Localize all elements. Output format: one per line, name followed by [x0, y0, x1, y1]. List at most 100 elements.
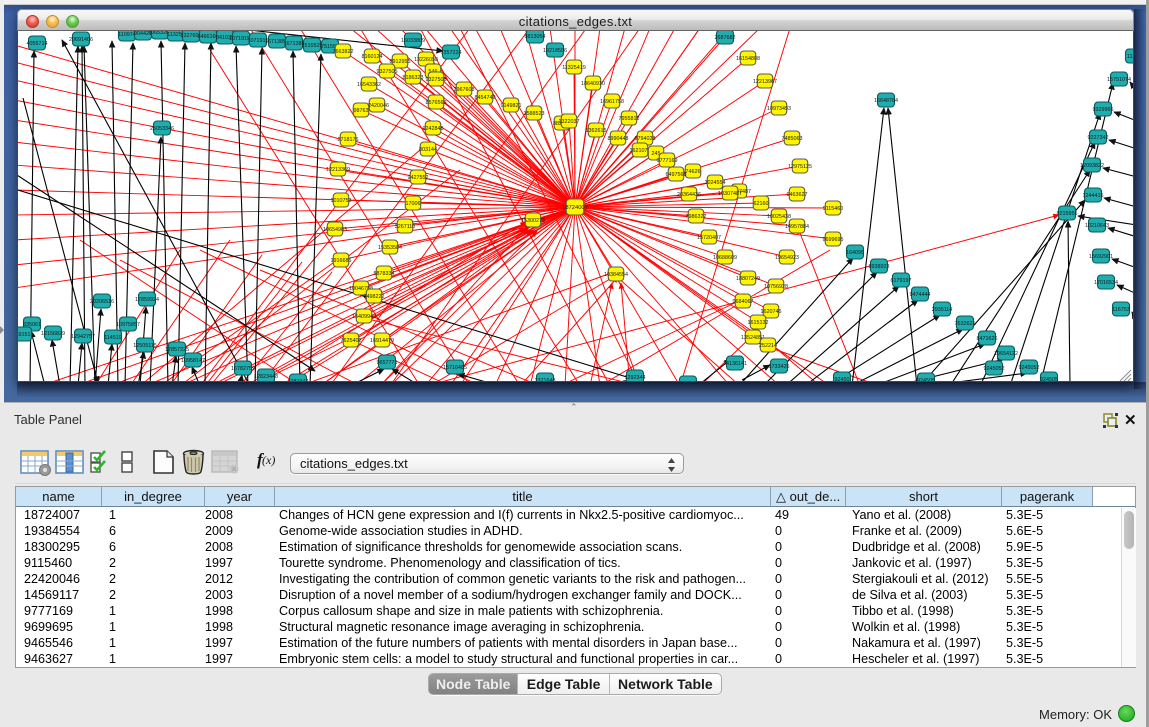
svg-text:12093822: 12093822: [1080, 163, 1104, 169]
svg-text:6794028: 6794028: [635, 136, 656, 142]
svg-text:18640910: 18640910: [581, 81, 605, 87]
svg-text:14136141: 14136141: [723, 361, 747, 367]
svg-text:11171: 11171: [1127, 54, 1133, 60]
svg-text:15692901: 15692901: [1089, 254, 1113, 260]
svg-text:9427552: 9427552: [408, 175, 429, 181]
svg-text:10688609: 10688609: [713, 255, 737, 261]
svg-text:164095: 164095: [846, 250, 864, 256]
svg-text:9149821: 9149821: [501, 103, 522, 109]
svg-text:8990448: 8990448: [608, 136, 629, 142]
svg-text:10756928: 10756928: [764, 284, 788, 290]
svg-text:16154808: 16154808: [736, 56, 760, 62]
svg-text:1371648: 1371648: [535, 378, 556, 381]
svg-text:12942757: 12942757: [71, 334, 95, 340]
svg-text:10025438: 10025438: [767, 214, 791, 220]
svg-text:92450: 92450: [835, 377, 850, 381]
svg-text:8813054: 8813054: [525, 34, 546, 40]
svg-text:3267110: 3267110: [395, 224, 416, 230]
svg-text:1322037: 1322037: [559, 119, 580, 125]
svg-text:20691406: 20691406: [69, 37, 93, 43]
svg-text:17857225: 17857225: [165, 347, 189, 353]
svg-text:19218506: 19218506: [543, 48, 567, 54]
svg-text:16961758: 16961758: [600, 99, 624, 105]
svg-text:7663822: 7663822: [333, 49, 354, 55]
svg-text:17859924: 17859924: [135, 297, 159, 303]
svg-text:9699695: 9699695: [823, 237, 844, 243]
svg-text:114519: 114519: [104, 335, 122, 341]
svg-text:1010753: 1010753: [331, 198, 352, 204]
svg-text:8471626: 8471626: [977, 336, 998, 342]
svg-text:10958147: 10958147: [181, 358, 205, 364]
svg-text:12156829: 12156829: [41, 331, 65, 337]
svg-text:10210643: 10210643: [1085, 223, 1109, 229]
svg-text:98763: 98763: [354, 108, 369, 114]
svg-text:2718176: 2718176: [338, 137, 359, 143]
svg-text:9657771: 9657771: [377, 360, 398, 366]
svg-text:8215955: 8215955: [1057, 211, 1078, 217]
svg-text:25053346: 25053346: [150, 126, 174, 132]
svg-text:13226058: 13226058: [414, 57, 438, 63]
svg-text:2967608: 2967608: [454, 87, 475, 93]
svg-text:19654923: 19654923: [775, 255, 799, 261]
svg-text:252214: 252214: [759, 343, 777, 349]
svg-text:6497568: 6497568: [666, 172, 687, 178]
svg-text:1620746: 1620746: [761, 309, 782, 315]
svg-text:924505: 924505: [1040, 377, 1058, 381]
svg-text:1588523: 1588523: [524, 111, 545, 117]
svg-text:5878334: 5878334: [374, 271, 395, 277]
svg-text:9242848: 9242848: [423, 126, 444, 132]
svg-text:7986322: 7986322: [686, 214, 707, 220]
svg-text:7955812: 7955812: [619, 116, 640, 122]
svg-text:12213967: 12213967: [753, 79, 777, 85]
svg-text:1282344: 1282344: [288, 379, 309, 381]
svg-text:1362615: 1362615: [586, 128, 607, 134]
svg-text:12213369: 12213369: [326, 167, 350, 173]
svg-text:62160: 62160: [754, 201, 769, 207]
svg-text:7625402: 7625402: [341, 338, 362, 344]
svg-text:9463627: 9463627: [787, 192, 808, 198]
svg-text:8576565: 8576565: [426, 100, 447, 106]
svg-text:74626: 74626: [686, 169, 701, 175]
svg-text:8186323: 8186323: [403, 75, 424, 81]
svg-text:7357224: 7357224: [441, 50, 462, 56]
svg-text:9245052: 9245052: [984, 366, 1005, 372]
svg-text:10975857: 10975857: [116, 322, 140, 328]
svg-text:16648784: 16648784: [874, 98, 898, 104]
svg-text:1621072: 1621072: [630, 148, 651, 154]
svg-text:20206516: 20206516: [90, 299, 114, 305]
svg-text:(x): (x): [262, 453, 275, 467]
svg-text:17016534: 17016534: [1094, 280, 1118, 286]
svg-text:924505: 924505: [917, 378, 935, 381]
svg-text:116753: 116753: [1112, 307, 1130, 313]
svg-text:11325419: 11325419: [562, 65, 586, 71]
svg-text:16914479: 16914479: [370, 338, 394, 344]
svg-text:18807249: 18807249: [736, 276, 760, 282]
svg-text:12975125: 12975125: [788, 164, 812, 170]
svg-text:9777169: 9777169: [657, 158, 678, 164]
svg-text:16033809: 16033809: [401, 38, 425, 44]
svg-text:12823448: 12823448: [254, 374, 278, 380]
svg-text:39151: 39151: [18, 332, 31, 338]
svg-text:9327508: 9327508: [426, 77, 447, 83]
svg-text:9329966: 9329966: [1093, 107, 1114, 113]
svg-text:18724007: 18724007: [562, 205, 588, 211]
svg-text:9245052: 9245052: [1019, 365, 1040, 371]
svg-text:2935114: 2935114: [932, 307, 953, 313]
svg-text:7515525: 7515525: [302, 43, 323, 49]
svg-text:1244415: 1244415: [1083, 193, 1104, 199]
svg-text:8938923: 8938923: [869, 264, 890, 270]
svg-text:9115460: 9115460: [823, 206, 844, 212]
svg-text:3498222: 3498222: [364, 294, 385, 300]
svg-text:15409948: 15409948: [352, 314, 376, 320]
svg-text:9227342: 9227342: [1088, 135, 1109, 141]
svg-text:1733426: 1733426: [769, 364, 790, 370]
svg-text:1615132: 1615132: [748, 320, 769, 326]
svg-text:1916685: 1916685: [331, 258, 352, 264]
svg-text:15716485: 15716485: [443, 365, 467, 371]
svg-text:3024554: 3024554: [705, 180, 726, 186]
svg-text:9474444: 9474444: [910, 292, 931, 298]
svg-text:803144: 803144: [419, 147, 437, 153]
svg-text:12505115: 12505115: [133, 343, 157, 349]
svg-text:10307487: 10307487: [718, 191, 742, 197]
svg-text:4055714: 4055714: [27, 41, 48, 47]
